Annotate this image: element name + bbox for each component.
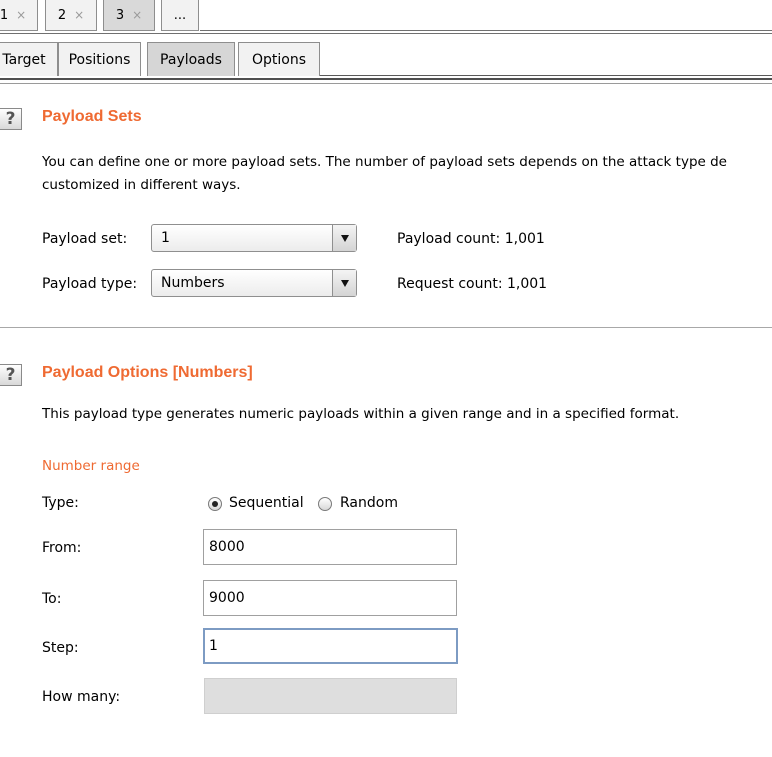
help-icon[interactable]: ?: [0, 108, 22, 130]
more-tabs-label: ...: [173, 7, 187, 23]
number-range-heading: Number range: [42, 458, 140, 474]
tab-bar-rule: [200, 30, 772, 31]
tab-target[interactable]: Target: [0, 42, 58, 76]
tab-payloads[interactable]: Payloads: [147, 42, 235, 76]
section-divider: [0, 327, 772, 328]
payload-sets-description: You can define one or more payload sets.…: [42, 154, 727, 170]
payload-sets-title: Payload Sets: [42, 108, 142, 125]
to-input[interactable]: 9000: [203, 580, 457, 616]
tab-label: Options: [251, 51, 307, 68]
step-input[interactable]: 1: [203, 628, 458, 664]
chevron-down-icon[interactable]: [332, 225, 356, 251]
payload-options-description: This payload type generates numeric payl…: [42, 406, 680, 422]
payload-type-label: Payload type:: [42, 276, 138, 292]
intruder-sub-tab-bar: Target Positions Payloads Options: [0, 34, 772, 90]
chevron-down-icon[interactable]: [332, 270, 356, 296]
attack-tab-more[interactable]: ...: [161, 0, 199, 31]
payload-set-value: 1: [161, 230, 170, 246]
type-label: Type:: [42, 495, 79, 511]
payload-options-title: Payload Options [Numbers]: [42, 364, 253, 381]
attack-tab-3[interactable]: 3 ×: [103, 0, 155, 31]
close-icon[interactable]: ×: [132, 8, 142, 22]
tab-bar-rule: [0, 83, 772, 84]
payload-set-dropdown[interactable]: 1: [151, 224, 357, 252]
tab-bar-rule: [320, 75, 772, 76]
random-radio[interactable]: [318, 497, 332, 511]
tab-label: Positions: [68, 51, 131, 68]
tab-label: Payloads: [160, 51, 222, 68]
sequential-radio[interactable]: [208, 497, 222, 511]
attack-tab-label: 2: [57, 7, 67, 23]
close-icon[interactable]: ×: [16, 8, 26, 22]
tab-positions[interactable]: Positions: [58, 42, 141, 76]
tab-label: Target: [2, 51, 46, 68]
from-input[interactable]: 8000: [203, 529, 457, 565]
help-icon[interactable]: ?: [0, 364, 22, 386]
attack-tab-bar: 1 × 2 × 3 × ...: [0, 0, 772, 34]
payload-sets-description: customized in different ways.: [42, 177, 241, 193]
from-label: From:: [42, 540, 82, 556]
attack-tab-1[interactable]: 1 ×: [0, 0, 38, 31]
attack-tab-label: 3: [115, 7, 125, 23]
step-label: Step:: [42, 640, 79, 656]
attack-tab-2[interactable]: 2 ×: [45, 0, 97, 31]
tab-options[interactable]: Options: [238, 42, 320, 76]
tab-bar-rule: [0, 78, 772, 80]
how-many-label: How many:: [42, 689, 121, 705]
payload-set-label: Payload set:: [42, 231, 128, 247]
sequential-label[interactable]: Sequential: [229, 495, 304, 511]
payload-count: Payload count: 1,001: [397, 231, 545, 247]
close-icon[interactable]: ×: [74, 8, 84, 22]
random-label[interactable]: Random: [340, 495, 398, 511]
attack-tab-label: 1: [0, 7, 9, 23]
payload-type-value: Numbers: [161, 275, 225, 291]
payload-type-dropdown[interactable]: Numbers: [151, 269, 357, 297]
to-label: To:: [42, 591, 62, 607]
request-count: Request count: 1,001: [397, 276, 548, 292]
how-many-input: [204, 678, 457, 714]
